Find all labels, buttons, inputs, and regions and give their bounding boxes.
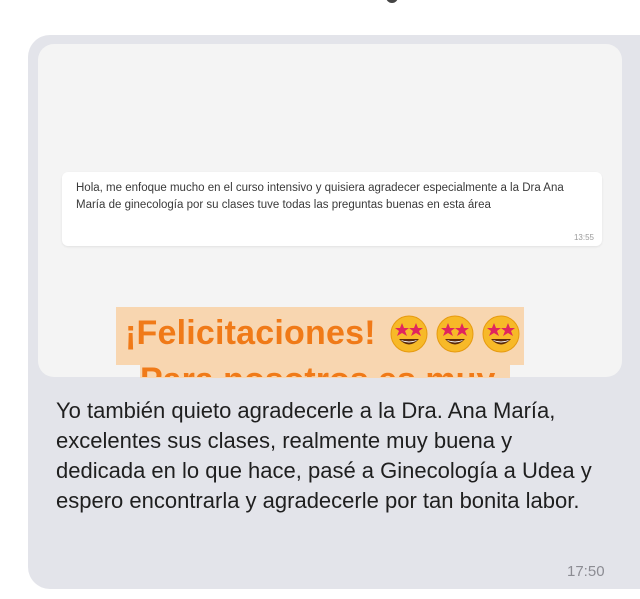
banner-second-line-text: Para nosotros es muy bbox=[140, 363, 510, 377]
quoted-message-card: Hola, me enfoque mucho en el curso inten… bbox=[62, 172, 602, 246]
message-timestamp: 17:50 bbox=[567, 563, 605, 580]
congrats-headline: ¡Felicitaciones! bbox=[125, 314, 376, 352]
quoted-message-time: 13:55 bbox=[573, 233, 594, 242]
top-edge-fragment bbox=[386, 0, 398, 3]
message-text: Yo también quieto agradecerle a la Dra. … bbox=[56, 398, 592, 513]
star-struck-emoji-icon bbox=[482, 315, 520, 353]
banner-second-line: Para nosotros es muy bbox=[140, 363, 510, 377]
star-struck-emoji-icon bbox=[436, 315, 474, 353]
emoji-row bbox=[389, 314, 521, 354]
star-struck-emoji-icon bbox=[390, 315, 428, 353]
quoted-message-text: Hola, me enfoque mucho en el curso inten… bbox=[76, 182, 564, 211]
